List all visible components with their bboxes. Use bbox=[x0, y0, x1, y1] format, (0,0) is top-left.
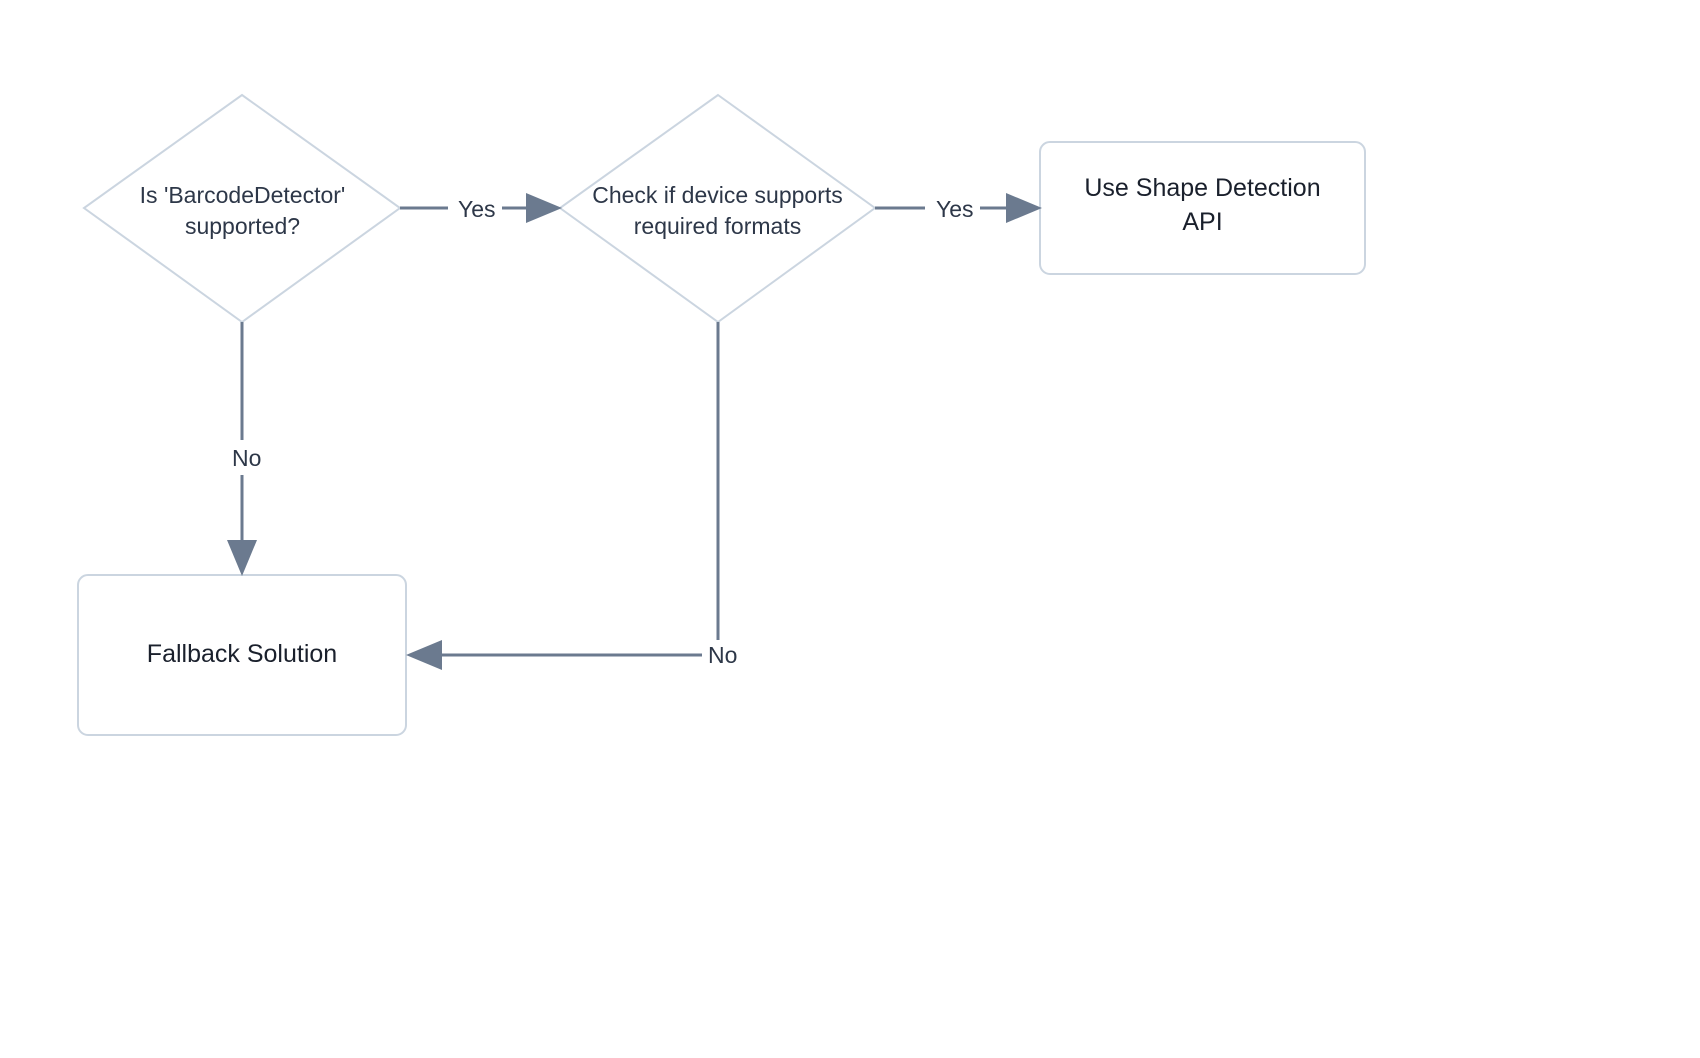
decision-barcode-detector-label: Is 'BarcodeDetector' supported? bbox=[120, 180, 365, 242]
text-line: Is 'BarcodeDetector' bbox=[140, 182, 346, 208]
process-shape-detection-api-label: Use Shape Detection API bbox=[1060, 172, 1345, 240]
text-line: API bbox=[1182, 208, 1222, 236]
text-line: Fallback Solution bbox=[147, 638, 337, 672]
diagram-svg bbox=[0, 0, 1700, 1058]
text-line: supported? bbox=[185, 213, 300, 239]
text-line: Check if device supports bbox=[592, 182, 843, 208]
edge-label-d1-no: No bbox=[226, 443, 267, 474]
edge-label-d1-yes: Yes bbox=[452, 194, 502, 225]
edge-label-d2-no: No bbox=[702, 640, 743, 671]
edge-label-d2-yes: Yes bbox=[930, 194, 980, 225]
text-line: Use Shape Detection bbox=[1084, 174, 1320, 202]
decision-device-supports-label: Check if device supports required format… bbox=[580, 180, 855, 242]
flowchart-diagram: Is 'BarcodeDetector' supported? Check if… bbox=[0, 0, 1700, 1058]
process-fallback-solution-label: Fallback Solution bbox=[98, 638, 386, 672]
text-line: required formats bbox=[634, 213, 801, 239]
